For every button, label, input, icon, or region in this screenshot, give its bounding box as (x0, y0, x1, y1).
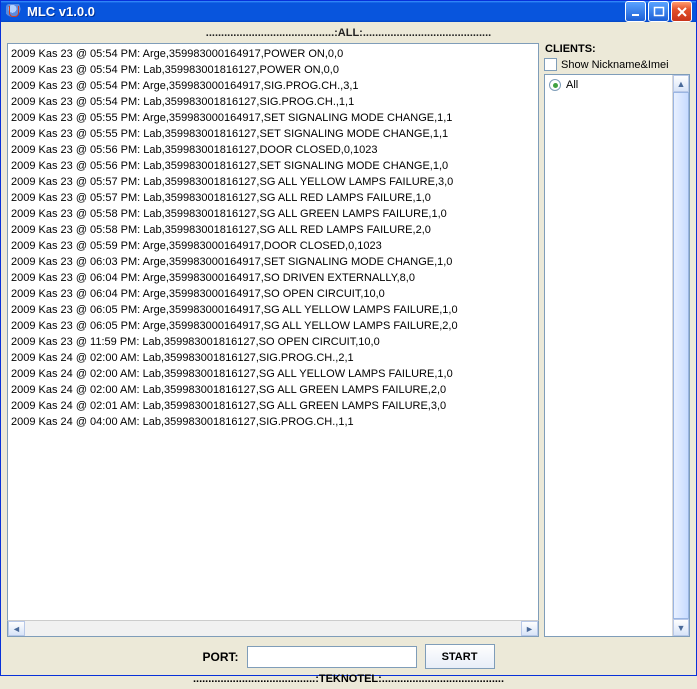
log-line[interactable]: 2009 Kas 23 @ 05:56 PM: Lab,359983001816… (11, 142, 535, 158)
client-radio-all[interactable]: All (549, 79, 668, 91)
log-line[interactable]: 2009 Kas 24 @ 02:00 AM: Lab,359983001816… (11, 366, 535, 382)
radio-icon[interactable] (549, 79, 561, 91)
log-line[interactable]: 2009 Kas 24 @ 02:00 AM: Lab,359983001816… (11, 382, 535, 398)
log-viewport[interactable]: 2009 Kas 23 @ 05:54 PM: Arge,35998300016… (7, 43, 539, 620)
footer-label: ........................................… (7, 673, 690, 685)
log-line[interactable]: 2009 Kas 23 @ 06:04 PM: Arge,35998300016… (11, 270, 535, 286)
scroll-right-arrow-icon[interactable]: ► (521, 621, 538, 636)
log-line[interactable]: 2009 Kas 23 @ 06:04 PM: Arge,35998300016… (11, 286, 535, 302)
show-nickname-row[interactable]: Show Nickname&Imei (544, 58, 690, 71)
log-line[interactable]: 2009 Kas 23 @ 05:54 PM: Arge,35998300016… (11, 78, 535, 94)
port-label: PORT: (203, 650, 239, 664)
log-line[interactable]: 2009 Kas 24 @ 02:01 AM: Lab,359983001816… (11, 398, 535, 414)
log-line[interactable]: 2009 Kas 23 @ 05:59 PM: Arge,35998300016… (11, 238, 535, 254)
all-header-label: ........................................… (7, 27, 690, 39)
log-line[interactable]: 2009 Kas 24 @ 04:00 AM: Lab,359983001816… (11, 414, 535, 430)
client-list: All ▲ ▼ (544, 74, 690, 637)
log-line[interactable]: 2009 Kas 23 @ 05:54 PM: Arge,35998300016… (11, 46, 535, 62)
log-line[interactable]: 2009 Kas 23 @ 05:57 PM: Lab,359983001816… (11, 190, 535, 206)
clients-label: CLIENTS: (545, 43, 690, 55)
scroll-thumb[interactable] (673, 92, 689, 619)
log-line[interactable]: 2009 Kas 23 @ 05:54 PM: Lab,359983001816… (11, 62, 535, 78)
minimize-button[interactable] (625, 1, 646, 22)
clients-panel: CLIENTS: Show Nickname&Imei All ▲ (544, 43, 690, 637)
scroll-left-arrow-icon[interactable]: ◄ (8, 621, 25, 636)
log-line[interactable]: 2009 Kas 23 @ 05:58 PM: Lab,359983001816… (11, 206, 535, 222)
log-line[interactable]: 2009 Kas 23 @ 06:05 PM: Arge,35998300016… (11, 302, 535, 318)
log-line[interactable]: 2009 Kas 23 @ 05:55 PM: Arge,35998300016… (11, 110, 535, 126)
log-horizontal-scrollbar[interactable]: ◄ ► (7, 620, 539, 637)
log-line[interactable]: 2009 Kas 23 @ 05:54 PM: Lab,359983001816… (11, 94, 535, 110)
start-button[interactable]: START (425, 644, 495, 669)
content-row: 2009 Kas 23 @ 05:54 PM: Arge,35998300016… (7, 43, 690, 637)
show-nickname-label: Show Nickname&Imei (561, 59, 669, 71)
maximize-button[interactable] (648, 1, 669, 22)
scroll-track[interactable] (25, 621, 521, 636)
log-line[interactable]: 2009 Kas 23 @ 06:03 PM: Arge,35998300016… (11, 254, 535, 270)
log-line[interactable]: 2009 Kas 23 @ 05:55 PM: Lab,359983001816… (11, 126, 535, 142)
log-panel: 2009 Kas 23 @ 05:54 PM: Arge,35998300016… (7, 43, 539, 637)
scroll-down-arrow-icon[interactable]: ▼ (673, 619, 689, 636)
java-app-icon (6, 4, 22, 20)
log-line[interactable]: 2009 Kas 23 @ 05:56 PM: Lab,359983001816… (11, 158, 535, 174)
log-line[interactable]: 2009 Kas 23 @ 06:05 PM: Arge,35998300016… (11, 318, 535, 334)
client-radio-all-label: All (566, 79, 578, 91)
titlebar[interactable]: MLC v1.0.0 (1, 1, 696, 22)
port-row: PORT: START (7, 644, 690, 669)
close-button[interactable] (671, 1, 692, 22)
client-vertical-scrollbar[interactable]: ▲ ▼ (672, 75, 689, 636)
client-list-inner[interactable]: All (545, 75, 672, 636)
log-line[interactable]: 2009 Kas 23 @ 11:59 PM: Lab,359983001816… (11, 334, 535, 350)
log-line[interactable]: 2009 Kas 24 @ 02:00 AM: Lab,359983001816… (11, 350, 535, 366)
app-window: MLC v1.0.0 .............................… (0, 0, 697, 676)
body-area: ........................................… (1, 22, 696, 689)
port-input[interactable] (247, 646, 417, 668)
scroll-up-arrow-icon[interactable]: ▲ (673, 75, 689, 92)
window-buttons (625, 1, 692, 22)
window-title: MLC v1.0.0 (27, 4, 625, 19)
show-nickname-checkbox[interactable] (544, 58, 557, 71)
log-line[interactable]: 2009 Kas 23 @ 05:58 PM: Lab,359983001816… (11, 222, 535, 238)
log-line[interactable]: 2009 Kas 23 @ 05:57 PM: Lab,359983001816… (11, 174, 535, 190)
